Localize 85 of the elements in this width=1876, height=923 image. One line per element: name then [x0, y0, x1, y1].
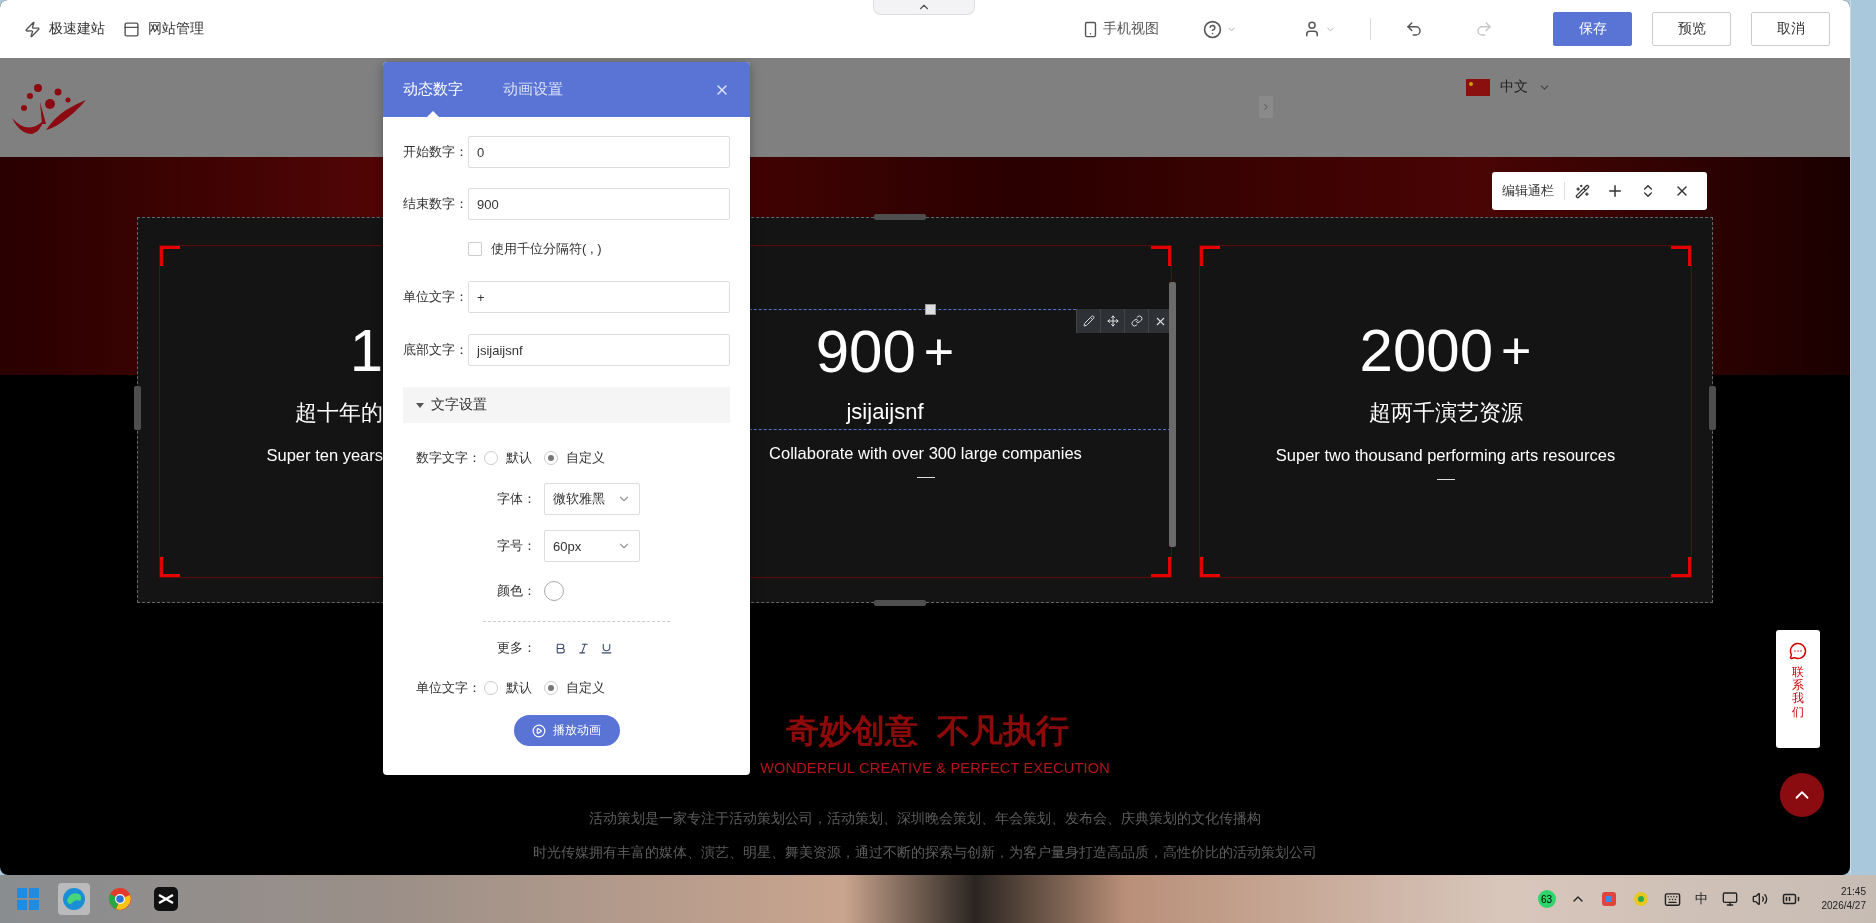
radio-option[interactable]: 自定义: [544, 679, 605, 697]
stat-subtitle: Super ten years: [266, 446, 383, 465]
toolbar-label: 编辑通栏: [1502, 182, 1565, 200]
monitor-icon[interactable]: [1721, 891, 1738, 907]
toolbar-link[interactable]: 网站管理: [123, 20, 204, 38]
input-field[interactable]: 900: [468, 188, 730, 220]
field-label: 字号：: [497, 537, 537, 555]
field-label: 颜色：: [497, 582, 537, 600]
stat-unit: +: [923, 322, 955, 383]
stat-subtitle: Super two thousand performing arts resources: [1275, 446, 1616, 465]
contact-label: 联系我们: [1792, 666, 1804, 719]
field-label: 结束数字：: [403, 195, 468, 213]
undo-icon: [1405, 20, 1423, 38]
stat-subtitle: Collaborate with over 300 large companies: [769, 444, 1082, 463]
four-squares-icon: [17, 888, 39, 910]
user-icon: [1303, 20, 1321, 38]
tray-app-icon[interactable]: [1599, 890, 1618, 908]
notification-badge: 63: [1537, 890, 1556, 908]
resize-handle[interactable]: [874, 600, 926, 606]
redo-icon: [1475, 20, 1493, 38]
help-icon: [1203, 19, 1222, 39]
font-select[interactable]: 微软雅黑: [544, 483, 640, 515]
pencil-icon: [1082, 315, 1095, 327]
checkbox-option[interactable]: 使用千位分隔符( , ): [468, 240, 602, 258]
caret-icon: [416, 402, 424, 408]
app-icon: [154, 887, 178, 911]
input-field[interactable]: +: [468, 281, 730, 313]
section-header[interactable]: 文字设置: [403, 387, 730, 423]
app-icon: [62, 887, 86, 911]
stat-number: 900: [815, 317, 916, 387]
move-icon: [1106, 315, 1119, 327]
field-label: 底部文字：: [403, 341, 468, 359]
resize-handle[interactable]: [874, 214, 926, 220]
stat-number: 1: [349, 316, 383, 386]
app-icon: [108, 887, 132, 911]
toolbar-button[interactable]: 取消: [1751, 12, 1830, 46]
chevron-right-icon: [1261, 102, 1271, 112]
contact-widget[interactable]: 联系我们: [1776, 630, 1820, 748]
field-label: 字体：: [497, 490, 537, 508]
play-icon: [532, 723, 546, 738]
radio-option[interactable]: 自定义: [544, 449, 605, 467]
resize-handle[interactable]: [1709, 386, 1716, 430]
stat-unit: +: [1501, 321, 1532, 382]
language-selector[interactable]: 中文: [1466, 78, 1551, 96]
keyboard-icon[interactable]: [1663, 890, 1681, 908]
section-title: 奇妙创意 不凡执行: [785, 711, 1069, 751]
paragraph: 活动策划是一家专注于活动策划公司，活动策划、深圳晚会策划、年会策划、发布会、庆典策划的文化传播构: [589, 810, 1261, 828]
toolbar-link[interactable]: 极速建站: [24, 20, 105, 38]
radio-option[interactable]: 默认: [484, 449, 532, 467]
input-field[interactable]: jsijaijsnf: [468, 334, 730, 366]
input-method-indicator[interactable]: 中: [1694, 890, 1708, 908]
save-button[interactable]: 保存: [1553, 12, 1632, 46]
link-icon: [1130, 315, 1143, 327]
mobile-view-button[interactable]: 手机视图: [1072, 20, 1169, 38]
phone-icon: [1082, 20, 1099, 38]
stat-title: 超十年的: [295, 399, 383, 427]
speaker-icon[interactable]: [1751, 891, 1768, 907]
resize-handle[interactable]: [134, 386, 141, 430]
radio-option[interactable]: 默认: [484, 679, 532, 697]
checkbox[interactable]: [468, 242, 482, 256]
size-select[interactable]: 60px: [544, 530, 640, 562]
image-handle[interactable]: [925, 304, 936, 315]
stat-number: 2000: [1359, 316, 1494, 386]
chat-icon: [1789, 642, 1807, 660]
add-icon[interactable]: [1606, 182, 1624, 200]
paragraph: 时光传媒拥有丰富的媒体、演艺、明星、舞美资源，通过不断的探索与创新，为客户量身打造高品质，高性价比的活动策划公司: [533, 844, 1317, 862]
resize-handle[interactable]: [1169, 282, 1176, 547]
dialog-tab[interactable]: 动态数字: [403, 62, 463, 117]
lightning-icon: [24, 20, 41, 38]
field-label: 单位文字：: [416, 679, 482, 697]
clock[interactable]: 21:45 2026/4/27: [1821, 885, 1866, 913]
field-label: 数字文字：: [416, 449, 482, 467]
field-label: 更多：: [497, 639, 537, 657]
field-label: 单位文字：: [403, 288, 468, 306]
stat-title: jsijaijsnf: [846, 399, 924, 425]
toolbar-button[interactable]: 预览: [1652, 12, 1731, 46]
play-animation-button[interactable]: 播放动画: [513, 715, 620, 746]
field-label: 开始数字：: [403, 143, 468, 161]
panel-icon: [123, 20, 140, 38]
magic-wand-icon[interactable]: [1575, 183, 1590, 199]
section-subtitle: WONDERFUL CREATIVE & PERFECT EXECUTION: [759, 760, 1110, 776]
stat-title: 超两千演艺资源: [1368, 399, 1523, 427]
input-field[interactable]: 0: [468, 136, 730, 168]
color-swatch[interactable]: [544, 581, 564, 601]
flag-icon: [1466, 78, 1490, 96]
